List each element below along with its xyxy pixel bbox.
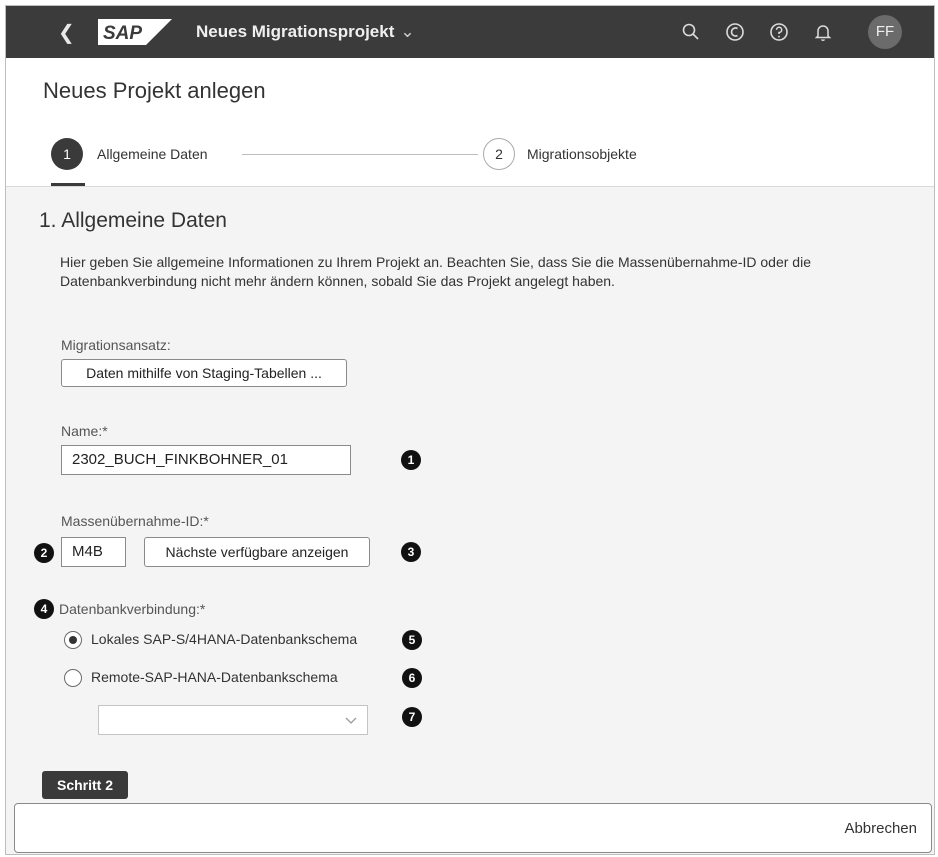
search-icon[interactable] [680, 21, 702, 43]
page-header: Neues Projekt anlegen 1 Allgemeine Daten… [6, 58, 934, 187]
page-title: Neues Projekt anlegen [43, 78, 266, 103]
marker-6: 6 [402, 668, 422, 688]
section-title: 1. Allgemeine Daten [39, 209, 227, 232]
marker-4: 4 [34, 599, 54, 619]
approach-field[interactable]: Daten mithilfe von Staging-Tabellen ... [61, 359, 347, 387]
app-title-menu[interactable]: Neues Migrationsprojekt ⌄ [196, 22, 415, 42]
marker-1: 1 [401, 450, 421, 470]
footer-bar: Abbrechen [14, 803, 932, 853]
step-connector [242, 154, 478, 155]
sap-logo: SAP [98, 19, 172, 45]
active-step-indicator [51, 183, 85, 186]
approach-label: Migrationsansatz: [61, 337, 171, 353]
marker-5: 5 [402, 630, 422, 650]
marker-7: 7 [402, 707, 422, 727]
radio-remote-schema-label[interactable]: Remote-SAP-HANA-Datenbankschema [91, 669, 338, 685]
db-connection-label: Datenbankverbindung:* [59, 601, 206, 617]
help-icon[interactable] [768, 21, 790, 43]
logo-text: SAP [103, 23, 142, 44]
remote-schema-select[interactable] [98, 705, 368, 735]
radio-remote-schema[interactable] [64, 669, 82, 687]
name-label: Name:* [61, 423, 108, 439]
chevron-down-icon [345, 717, 357, 724]
copilot-icon[interactable] [724, 21, 746, 43]
radio-selected-dot [69, 636, 77, 644]
notification-icon[interactable] [812, 21, 834, 43]
section-description: Hier geben Sie allgemeine Informationen … [60, 254, 811, 289]
marker-3: 3 [401, 542, 421, 562]
step-1-circle[interactable]: 1 [51, 138, 83, 170]
step-2-circle[interactable]: 2 [483, 138, 515, 170]
transfer-id-label: Massenübernahme-ID:* [61, 513, 209, 529]
next-step-button[interactable]: Schritt 2 [42, 771, 128, 799]
step-1-label[interactable]: Allgemeine Daten [97, 146, 208, 162]
radio-local-schema[interactable] [64, 631, 82, 649]
transfer-id-input[interactable]: M4B [61, 537, 126, 567]
back-icon[interactable]: ❮ [58, 20, 75, 45]
chevron-down-icon: ⌄ [400, 22, 415, 41]
radio-local-schema-label[interactable]: Lokales SAP-S/4HANA-Datenbankschema [91, 631, 357, 647]
app-window: ❮ SAP Neues Migrationsprojekt ⌄ FF Neues … [5, 5, 935, 855]
cancel-button[interactable]: Abbrechen [844, 820, 917, 837]
user-avatar[interactable]: FF [868, 15, 902, 49]
step-2-label[interactable]: Migrationsobjekte [527, 146, 637, 162]
shell-bar: ❮ SAP Neues Migrationsprojekt ⌄ FF [6, 6, 934, 58]
next-available-button[interactable]: Nächste verfügbare anzeigen [144, 537, 370, 567]
app-title: Neues Migrationsprojekt [196, 22, 395, 41]
name-input[interactable]: 2302_BUCH_FINKBOHNER_01 [61, 445, 351, 475]
form-content: 1. Allgemeine Daten Hier geben Sie allge… [6, 187, 934, 854]
marker-2: 2 [34, 543, 54, 563]
